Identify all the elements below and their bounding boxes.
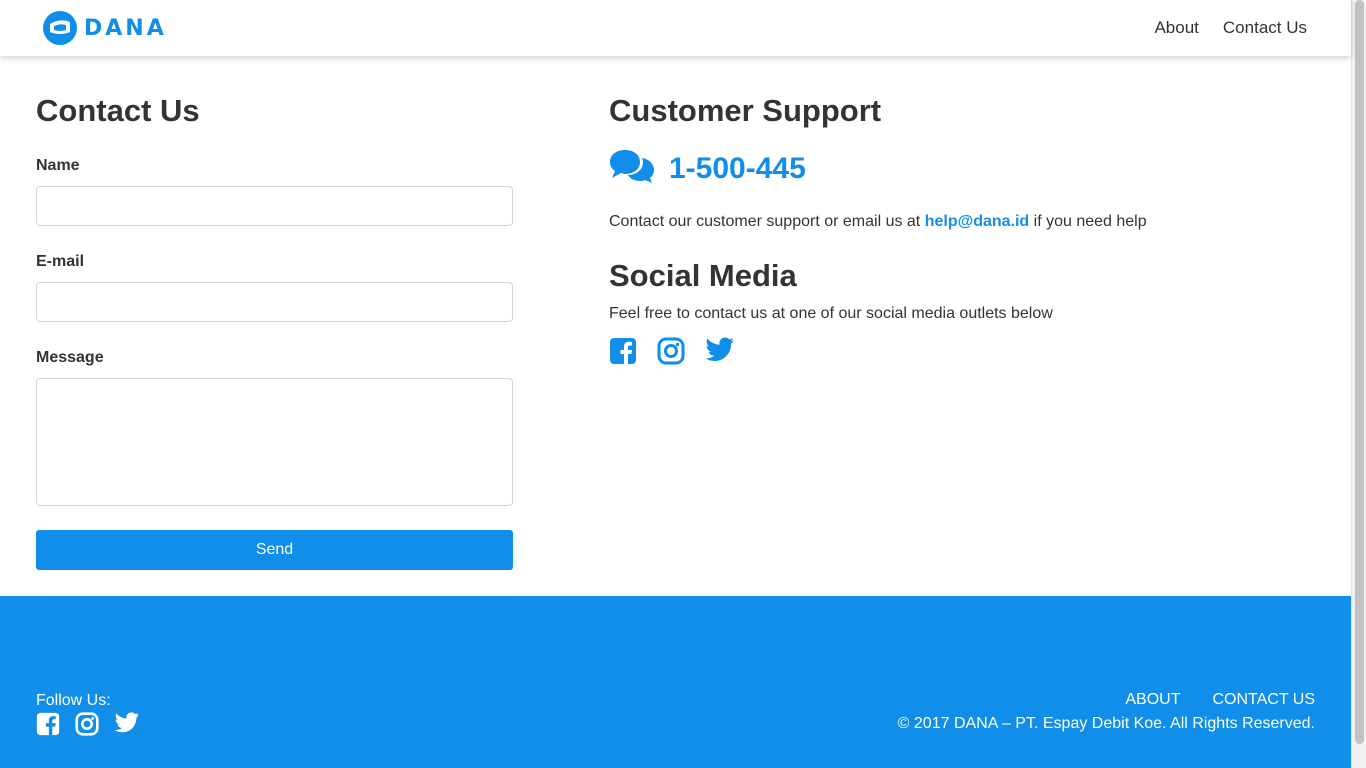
footer: Follow Us: ABOUT CONTACT US © 2017 DANA …: [0, 596, 1351, 768]
contact-title: Contact Us: [36, 93, 200, 128]
footer-about-link[interactable]: ABOUT: [1125, 691, 1180, 709]
instagram-icon[interactable]: [75, 712, 99, 736]
send-button[interactable]: Send: [36, 530, 513, 570]
follow-us-label: Follow Us:: [36, 692, 111, 709]
name-label: Name: [36, 157, 80, 174]
name-field[interactable]: [36, 186, 513, 226]
social-title: Social Media: [609, 258, 797, 293]
facebook-icon[interactable]: [609, 337, 637, 365]
dana-logo[interactable]: DANA: [42, 10, 167, 46]
support-email-link[interactable]: help@dana.id: [925, 213, 1030, 230]
scrollbar-thumb[interactable]: [1355, 0, 1364, 744]
support-section: Customer Support 1-500-445 Contact our c…: [609, 92, 1309, 365]
social-icons: [609, 337, 1309, 365]
social-text: Feel free to contact us at one of our so…: [609, 305, 1053, 322]
brand-name: DANA: [84, 15, 167, 41]
twitter-icon[interactable]: [114, 712, 140, 736]
top-nav: About Contact Us: [1154, 18, 1307, 38]
message-label: Message: [36, 349, 104, 366]
support-text-before: Contact our customer support or email us…: [609, 213, 925, 230]
phone-row: 1-500-445: [609, 148, 1309, 189]
dana-logo-icon: [43, 11, 77, 45]
facebook-icon[interactable]: [36, 712, 60, 736]
page-scrollbar[interactable]: [1351, 0, 1366, 768]
instagram-icon[interactable]: [657, 337, 685, 365]
footer-social-icons: [36, 712, 140, 736]
footer-contact-link[interactable]: CONTACT US: [1212, 691, 1315, 709]
footer-links: ABOUT CONTACT US: [1125, 691, 1315, 709]
support-phone[interactable]: 1-500-445: [669, 152, 806, 186]
message-field[interactable]: [36, 378, 513, 506]
email-label: E-mail: [36, 253, 85, 270]
support-text: Contact our customer support or email us…: [609, 213, 1309, 231]
support-title: Customer Support: [609, 93, 882, 128]
email-field[interactable]: [36, 282, 513, 322]
twitter-icon[interactable]: [705, 337, 735, 365]
chat-bubbles-icon: [609, 148, 655, 189]
contact-form: Contact Us Name E-mail Message Send: [36, 92, 513, 570]
support-text-after: if you need help: [1029, 213, 1147, 230]
nav-contact-link[interactable]: Contact Us: [1223, 18, 1307, 38]
page: DANA About Contact Us Contact Us Name E-…: [0, 0, 1351, 768]
copyright-text: © 2017 DANA – PT. Espay Debit Koe. All R…: [897, 715, 1315, 732]
top-navbar: DANA About Contact Us: [0, 0, 1351, 56]
nav-about-link[interactable]: About: [1154, 18, 1198, 38]
